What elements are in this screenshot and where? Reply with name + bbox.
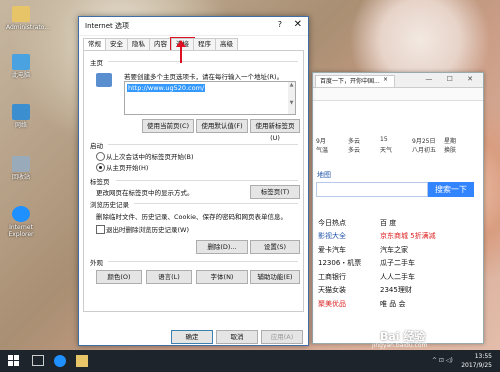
colors-button[interactable]: 颜色(O)	[96, 270, 142, 284]
use-current-button[interactable]: 使用当前页(C)	[142, 119, 194, 133]
browser-tabbar: 百度一下，开你中国... × — ☐ ✕	[313, 73, 483, 88]
tab-content[interactable]: 内容	[149, 38, 172, 50]
delete-on-exit-checkbox[interactable]	[96, 225, 105, 234]
ok-button[interactable]: 确定	[171, 330, 213, 344]
close-icon[interactable]: ✕	[294, 19, 302, 30]
system-tray[interactable]: ^ ⊡ ◁)	[432, 357, 453, 364]
ie-icon	[12, 206, 30, 222]
list-item: 爱卡汽车 汽车之家	[318, 245, 408, 254]
desktop-icon-ie[interactable]: Internet Explorer	[6, 206, 36, 238]
internet-options-dialog: Internet 选项 ? ✕ 常规安全隐私内容连接程序高级 主页 若要创建多个…	[78, 16, 309, 346]
scrollbar[interactable]: ▲ ▼	[288, 82, 295, 114]
tab-programs[interactable]: 程序	[193, 38, 216, 50]
dialog-title: Internet 选项	[85, 22, 130, 30]
tabs-description: 更改网页在标签页中的显示方式。	[96, 189, 194, 197]
clock[interactable]: 13:55 2017/9/25	[461, 352, 492, 370]
desktop-icon-network[interactable]: 网络	[6, 104, 36, 129]
tabs-button[interactable]: 标签页(T)	[250, 185, 300, 199]
tab-privacy[interactable]: 隐私	[127, 38, 150, 50]
list-item: 工商银行 人人二手车	[318, 272, 415, 281]
date-label: 2017/9/25	[461, 362, 492, 369]
tab-advanced[interactable]: 高级	[215, 38, 238, 50]
annotation-arrow-icon	[176, 40, 186, 63]
list-item: 天猫女装 2345理财	[318, 286, 412, 295]
desktop-icon-administrator[interactable]: Administrato...	[6, 6, 50, 31]
startup-homepage-label: 从主页开始(H)	[106, 164, 149, 172]
map-link[interactable]: 地图	[317, 170, 331, 180]
list-item: 12306・机票 瓜子二手车	[318, 259, 415, 268]
list-item: 影视大全 京东商城 5折满减	[318, 232, 436, 241]
taskbar: ^ ⊡ ◁) 13:55 2017/9/25	[0, 350, 500, 372]
file-explorer-icon[interactable]	[76, 355, 88, 367]
task-view-icon[interactable]	[32, 355, 44, 366]
delete-button[interactable]: 删除(D)...	[196, 240, 248, 254]
network-icon	[12, 104, 30, 120]
search-button[interactable]: 搜索一下	[428, 182, 474, 197]
watermark-site: jingyan.baidu.com	[372, 342, 428, 349]
weather-widget: 9月 多云 15 9月25日 星期 气温 多云 天气 八月初五 换肤	[316, 136, 457, 154]
tab-security[interactable]: 安全	[105, 38, 128, 50]
recycle-bin-icon	[12, 156, 30, 172]
search-input[interactable]	[316, 182, 428, 197]
homepage-url: http://www.ug520.com/	[127, 84, 206, 92]
time-label: 13:55	[474, 353, 492, 360]
accessibility-button[interactable]: 辅助功能(E)	[250, 270, 300, 284]
general-panel: 主页 若要创建多个主页选项卡，请在每行输入一个地址(R)。 http://www…	[83, 50, 304, 312]
dialog-tabs: 常规安全隐私内容连接程序高级	[83, 37, 238, 51]
apply-button[interactable]: 应用(A)	[261, 330, 303, 344]
divider	[108, 261, 298, 262]
divider	[108, 61, 298, 62]
homepage-description: 若要创建多个主页选项卡，请在每行输入一个地址(R)。	[124, 73, 284, 81]
cancel-button[interactable]: 取消	[216, 330, 258, 344]
tabs-section-label: 标签页	[90, 178, 110, 186]
list-item: 聚美优品唯 品 会	[318, 299, 406, 308]
tab-close-icon[interactable]: ×	[383, 76, 388, 83]
user-folder-icon	[12, 6, 30, 22]
homepage-section-label: 主页	[90, 59, 103, 67]
nav-links: 今日热点百 度 影视大全 京东商城 5折满减 爱卡汽车 汽车之家 12306・机票瓜…	[318, 216, 448, 311]
homepage-icon	[96, 73, 112, 87]
startup-last-session-label: 从上次会话中的标签页开始(B)	[106, 153, 194, 161]
use-default-button[interactable]: 使用默认值(F)	[196, 119, 248, 133]
startup-section-label: 启动	[90, 142, 103, 150]
settings-button[interactable]: 设置(S)	[250, 240, 300, 254]
help-icon[interactable]: ?	[278, 20, 282, 29]
delete-on-exit-label: 退出时删除浏览历史记录(W)	[106, 226, 189, 234]
languages-button[interactable]: 语言(L)	[146, 270, 192, 284]
desktop-icon-recycle-bin[interactable]: 回收站	[6, 156, 36, 181]
appearance-section-label: 外观	[90, 259, 103, 267]
window-controls[interactable]: — ☐ ✕	[425, 75, 479, 83]
divider	[116, 180, 298, 181]
divider	[108, 144, 298, 145]
dialog-titlebar[interactable]: Internet 选项 ? ✕	[79, 17, 308, 36]
fonts-button[interactable]: 字体(N)	[196, 270, 248, 284]
desktop-icon-this-pc[interactable]: 此电脑	[6, 54, 36, 79]
startup-homepage-radio[interactable]	[96, 163, 105, 172]
startup-last-session-radio[interactable]	[96, 152, 105, 161]
windows-start-icon[interactable]	[8, 355, 20, 367]
history-section-label: 浏览历史记录	[90, 201, 129, 209]
list-item: 今日热点百 度	[318, 218, 397, 227]
computer-icon	[12, 54, 30, 70]
ie-taskbar-icon[interactable]	[54, 355, 66, 367]
history-description: 删除临时文件、历史记录、Cookie、保存的密码和网页表单信息。	[96, 213, 288, 221]
homepage-url-textarea[interactable]: http://www.ug520.com/ ▲ ▼	[124, 81, 296, 115]
divider	[134, 203, 298, 204]
browser-toolbar	[313, 88, 483, 101]
use-newtab-button[interactable]: 使用新标签页(U)	[250, 119, 300, 142]
